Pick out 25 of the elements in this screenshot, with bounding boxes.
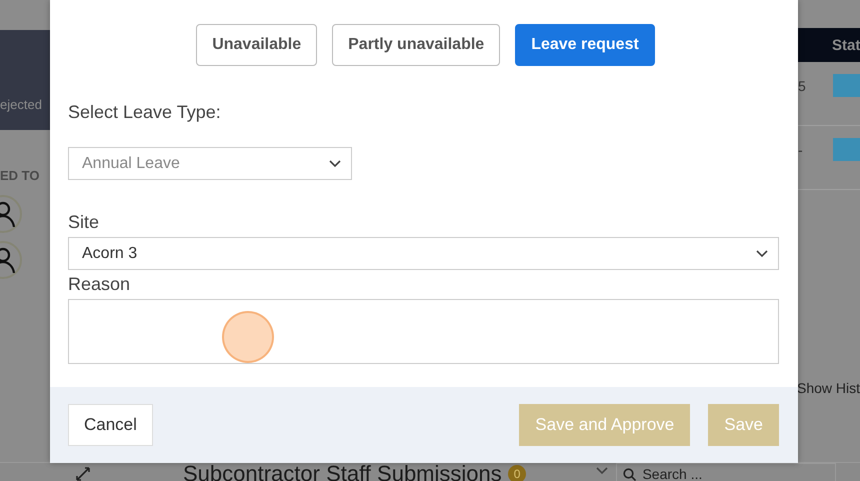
table-cell-text: - [798,141,804,158]
search-icon [623,468,636,481]
field-label: Select Leave Type: [68,102,222,123]
show-history-link[interactable]: Show Hist [798,380,860,396]
chevron-icon [756,250,768,258]
column-header: Stat [798,28,860,62]
count-badge: 0 [508,465,526,481]
section-heading: ED TO [0,168,40,183]
mode-tab[interactable]: Unavailable [196,24,318,66]
status-badge [833,74,860,97]
chevron-icon [596,467,608,476]
reason-field[interactable] [68,299,779,364]
expand-icon[interactable] [76,467,90,481]
site-select[interactable]: Acorn 3 [68,237,779,270]
stat-label: ejected [0,96,43,112]
mode-tab[interactable]: Leave request [515,24,655,66]
cancel-button[interactable]: Cancel [68,404,153,446]
touch-indicator [222,311,274,363]
mode-tab[interactable]: Partly unavailable [332,24,500,66]
table-cell-text: 5 [798,77,807,94]
panel-title: Subcontractor Staff Submissions [183,463,502,481]
status-badge [833,138,860,161]
chevron-icon [329,160,341,168]
field-label: Site [68,212,100,233]
field-label: Reason [68,274,132,295]
